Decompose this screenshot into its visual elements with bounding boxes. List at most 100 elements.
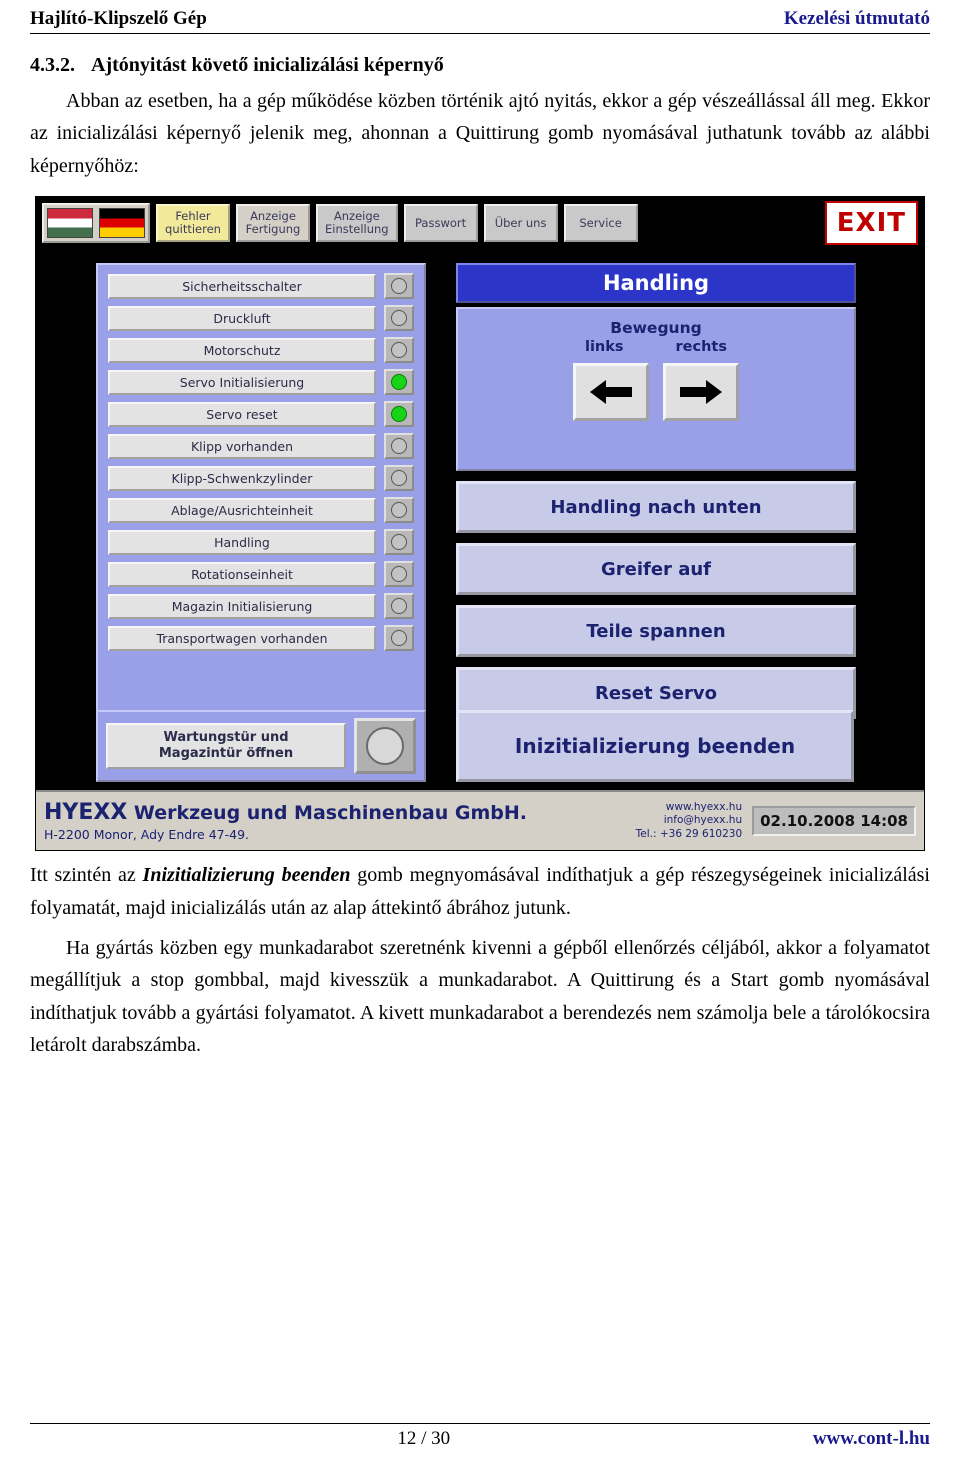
movement-panel: Bewegung links rechts — [456, 307, 856, 472]
toolbar-label-5: Service — [579, 215, 622, 230]
status-lamp-holder-3 — [384, 369, 414, 396]
status-lamp-7 — [391, 502, 407, 519]
intro-paragraph: Abban az esetben, ha a gép működése közb… — [30, 90, 930, 177]
hmi-footer: HYEXX Werkzeug und Maschinenbau GmbH. H-… — [36, 790, 924, 851]
status-label-0: Sicherheitsschalter — [108, 273, 376, 299]
status-lamp-0 — [391, 278, 407, 295]
toolbar-label-1: Anzeige Fertigung — [245, 208, 301, 237]
status-label-2: Motorschutz — [108, 337, 376, 363]
status-label-3: Servo Initialisierung — [108, 369, 376, 395]
footer-row: . 12 / 30 www.cont-l.hu — [30, 1428, 930, 1450]
paragraph-workpiece-removal: Ha gyártás közben egy munkadarabot szere… — [30, 936, 930, 1057]
status-lamp-3 — [391, 374, 407, 391]
hmi-company-line: HYEXX Werkzeug und Maschinenbau GmbH. — [44, 800, 527, 825]
button-teile-spannen[interactable]: Teile spannen — [456, 605, 856, 658]
status-row: Ablage/Ausrichteinheit — [108, 497, 414, 524]
hmi-company-address: H-2200 Monor, Ady Endre 47-49. — [44, 827, 249, 843]
hmi-datetime: 02.10.2008 14:08 — [752, 806, 916, 837]
toolbar-button-ueber-uns[interactable]: Über uns — [483, 204, 558, 243]
status-label-9: Rotationseinheit — [108, 561, 376, 587]
toolbar-button-service[interactable]: Service — [563, 204, 638, 243]
status-label-5: Klipp vorhanden — [108, 433, 376, 459]
movement-buttons — [458, 363, 854, 422]
exit-button[interactable]: EXIT — [824, 201, 918, 246]
toolbar-button-anzeige-fertigung[interactable]: Anzeige Fertigung — [236, 204, 310, 243]
footer-website: www.cont-l.hu — [812, 1428, 930, 1449]
running-head: Hajlító-Klipszelő Gép Kezelési útmutató — [30, 0, 930, 30]
button-inizitializierung-beenden[interactable]: Inizitializierung beenden — [456, 710, 854, 783]
status-lamp-4 — [391, 406, 407, 423]
page-title: Ajtónyitást követő inicializálási képern… — [91, 54, 444, 76]
hmi-screen: Fehler quittieren Anzeige Fertigung Anze… — [35, 196, 925, 852]
status-row: Motorschutz — [108, 337, 414, 364]
document-page: Hajlító-Klipszelő Gép Kezelési útmutató … — [0, 0, 960, 1468]
status-lamp-11 — [391, 630, 407, 647]
toolbar-button-fehler-quittieren[interactable]: Fehler quittieren — [156, 204, 230, 243]
status-lamp-holder-2 — [384, 337, 414, 364]
hmi-contact-block: www.hyexx.hu info@hyexx.hu Tel.: +36 29 … — [636, 801, 743, 842]
button-greifer-auf[interactable]: Greifer auf — [456, 543, 856, 596]
flag-germany-icon[interactable] — [99, 208, 145, 239]
status-label-10: Magazin Initialisierung — [108, 593, 376, 619]
toolbar-label-3: Passwort — [415, 215, 467, 230]
hmi-toolbar: Fehler quittieren Anzeige Fertigung Anze… — [36, 197, 924, 246]
status-lamp-8 — [391, 534, 407, 551]
status-lamp-6 — [391, 470, 407, 487]
status-row: Transportwagen vorhanden — [108, 625, 414, 652]
status-row: Magazin Initialisierung — [108, 593, 414, 620]
status-lamp-holder-11 — [384, 625, 414, 652]
hmi-screenshot-figure: Fehler quittieren Anzeige Fertigung Anze… — [35, 196, 925, 852]
toolbar-button-passwort[interactable]: Passwort — [403, 204, 478, 243]
status-lamp-holder-8 — [384, 529, 414, 556]
status-lamp-holder-6 — [384, 465, 414, 492]
arrow-left-icon — [590, 380, 632, 405]
status-lamp-holder-9 — [384, 561, 414, 588]
section-heading: 4.3.2. Ajtónyitást követő inicializálási… — [30, 54, 930, 77]
status-lamp-holder-4 — [384, 401, 414, 428]
footer-divider — [30, 1423, 930, 1424]
hmi-contact-email: info@hyexx.hu — [663, 814, 743, 827]
move-right-button[interactable] — [663, 363, 739, 422]
paragraph-after-figure: Itt szintén az Inizitializierung beenden… — [30, 859, 930, 924]
movement-label-left: links — [584, 339, 624, 356]
running-head-left: Hajlító-Klipszelő Gép — [30, 8, 207, 29]
maintenance-door-label: Wartungstür und Magazintür öffnen — [106, 722, 346, 770]
hmi-main-area: Sicherheitsschalter Druckluft Motorschut… — [36, 245, 924, 790]
status-label-7: Ablage/Ausrichteinheit — [108, 497, 376, 523]
status-lamp-5 — [391, 438, 407, 455]
hmi-bottom-strip: Wartungstür und Magazintür öffnen Inizit… — [96, 710, 854, 783]
status-lamp-holder-5 — [384, 433, 414, 460]
status-label-8: Handling — [108, 529, 376, 555]
status-row: Handling — [108, 529, 414, 556]
page-footer: . 12 / 30 www.cont-l.hu — [30, 1423, 930, 1450]
toolbar-label-2: Anzeige Einstellung — [325, 208, 389, 237]
handling-title: Handling — [456, 263, 856, 304]
status-row: Druckluft — [108, 305, 414, 332]
movement-label-right: rechts — [675, 339, 727, 356]
status-row: Servo Initialisierung — [108, 369, 414, 396]
arrow-right-icon — [680, 380, 722, 405]
hmi-brand: HYEXX — [44, 800, 128, 826]
movement-title: Bewegung — [610, 319, 702, 338]
status-row: Klipp-Schwenkzylinder — [108, 465, 414, 492]
status-row: Servo reset — [108, 401, 414, 428]
status-row: Rotationseinheit — [108, 561, 414, 588]
flag-hungary-icon[interactable] — [47, 208, 93, 239]
status-lamp-holder-10 — [384, 593, 414, 620]
status-lamp-1 — [391, 310, 407, 327]
hmi-contact-phone: Tel.: +36 29 610230 — [635, 827, 743, 840]
status-panel: Sicherheitsschalter Druckluft Motorschut… — [96, 263, 426, 739]
toolbar-button-anzeige-einstellung[interactable]: Anzeige Einstellung — [316, 204, 398, 243]
status-row: Sicherheitsschalter — [108, 273, 414, 300]
button-handling-nach-unten[interactable]: Handling nach unten — [456, 481, 856, 534]
move-left-button[interactable] — [573, 363, 649, 422]
movement-direction-labels: links rechts — [458, 339, 854, 355]
maintenance-door-button[interactable] — [354, 718, 416, 775]
hmi-footer-company-block: HYEXX Werkzeug und Maschinenbau GmbH. H-… — [44, 800, 527, 842]
page-number: 12 / 30 — [397, 1428, 451, 1449]
maintenance-door-group: Wartungstür und Magazintür öffnen — [96, 710, 426, 783]
maintenance-door-lamp — [366, 727, 404, 766]
status-label-6: Klipp-Schwenkzylinder — [108, 465, 376, 491]
language-selector[interactable] — [42, 203, 150, 244]
status-row: Klipp vorhanden — [108, 433, 414, 460]
